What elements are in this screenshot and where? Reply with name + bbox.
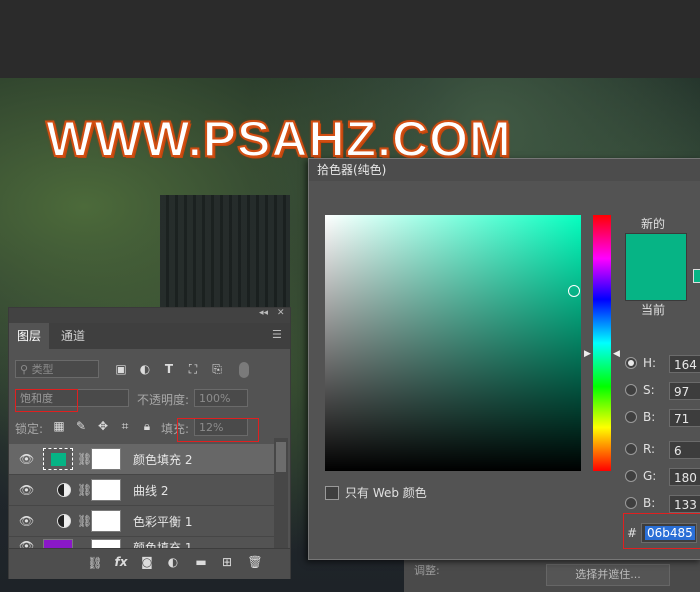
gamut-warning-icon[interactable] bbox=[693, 269, 700, 283]
mask-icon[interactable]: ◙ bbox=[139, 555, 155, 569]
link-icon[interactable]: ⛓︎ bbox=[77, 452, 92, 466]
fill-color-swatch bbox=[51, 453, 66, 466]
hue-label: H: bbox=[643, 356, 657, 370]
green-radio[interactable] bbox=[625, 470, 637, 482]
folder-icon[interactable]: ▬ bbox=[193, 555, 209, 569]
red-field[interactable]: 6 bbox=[669, 441, 700, 459]
layer-name[interactable]: 颜色填充 1 bbox=[133, 539, 192, 548]
saturation-radio[interactable] bbox=[625, 384, 637, 396]
filter-toggle-icon[interactable] bbox=[239, 362, 249, 378]
adjustment-layer-icon bbox=[57, 514, 71, 528]
web-colors-label: 只有 Web 颜色 bbox=[345, 486, 427, 500]
tab-channels[interactable]: 通道 bbox=[53, 323, 93, 349]
select-and-mask-button[interactable]: 选择并遮住... bbox=[546, 564, 670, 586]
green-label: G: bbox=[643, 469, 657, 483]
fill-highlight bbox=[177, 418, 259, 442]
current-color-label: 当前 bbox=[641, 303, 666, 317]
opacity-label: 不透明度: bbox=[137, 393, 190, 407]
panel-header-bar: ◂◂ ✕ bbox=[9, 308, 290, 323]
image-filter-icon[interactable]: ▣ bbox=[113, 362, 129, 376]
color-picker-dialog: 拾色器(纯色) ▶ ◀ 新的 当前 H: 164 S: 97 B: 71 R: … bbox=[308, 158, 700, 560]
lock-label: 锁定: bbox=[15, 422, 44, 436]
layer-row[interactable]: 👁︎ ⛓︎ 颜色填充 2 bbox=[9, 444, 274, 475]
lock-all-icon[interactable]: 🔒︎ bbox=[139, 419, 155, 434]
adjustment-icon[interactable]: ◐ bbox=[165, 555, 181, 569]
eye-icon[interactable]: 👁︎ bbox=[19, 514, 34, 528]
link-icon[interactable]: ⛓︎ bbox=[87, 556, 103, 570]
layer-row[interactable]: 👁︎ 颜色填充 1 bbox=[9, 537, 274, 548]
fx-icon[interactable]: fx bbox=[113, 555, 129, 569]
blue-field[interactable]: 133 bbox=[669, 495, 700, 513]
brush-lock-icon[interactable]: ✎ bbox=[73, 419, 89, 433]
color-picker-cursor[interactable] bbox=[568, 285, 580, 297]
layer-row[interactable]: 👁︎ ⛓︎ 色彩平衡 1 bbox=[9, 506, 274, 537]
link-icon[interactable]: ⛓︎ bbox=[77, 514, 92, 528]
panel-menu-icon[interactable]: ☰ bbox=[272, 328, 282, 341]
hue-slider[interactable] bbox=[593, 215, 611, 471]
artboard-lock-icon[interactable]: ⌗ bbox=[117, 419, 133, 434]
layer-mask-thumbnail bbox=[91, 448, 121, 470]
close-icon[interactable]: ✕ bbox=[277, 308, 285, 318]
layers-scrollbar[interactable] bbox=[274, 438, 288, 548]
opacity-field[interactable]: 100% bbox=[194, 389, 248, 407]
layer-row[interactable]: 👁︎ ⛓︎ 曲线 2 bbox=[9, 475, 274, 506]
adjustment-filter-icon[interactable]: ◐ bbox=[137, 362, 153, 376]
photo-door bbox=[160, 195, 290, 315]
saturation-field[interactable]: 97 bbox=[669, 382, 700, 400]
eye-icon[interactable]: 👁︎ bbox=[19, 452, 34, 466]
trash-icon[interactable]: 🗑︎ bbox=[247, 555, 263, 569]
new-color-label: 新的 bbox=[641, 217, 666, 231]
layer-mask-thumbnail bbox=[91, 510, 121, 532]
brightness-radio[interactable] bbox=[625, 411, 637, 423]
layer-name[interactable]: 色彩平衡 1 bbox=[133, 513, 192, 530]
filter-kind-label: 类型 bbox=[31, 363, 54, 376]
layer-thumbnail bbox=[43, 539, 73, 548]
adjust-label: 调整: bbox=[414, 564, 440, 577]
smart-object-filter-icon[interactable]: ⎘ bbox=[209, 362, 225, 377]
layer-name[interactable]: 曲线 2 bbox=[133, 482, 168, 499]
tab-layers[interactable]: 图层 bbox=[9, 323, 50, 349]
dialog-title: 拾色器(纯色) bbox=[309, 159, 700, 181]
shape-filter-icon[interactable]: ⛶ bbox=[185, 362, 201, 377]
brightness-label: B: bbox=[643, 410, 656, 424]
new-color-swatch bbox=[625, 233, 687, 301]
blue-label: B: bbox=[643, 496, 656, 510]
saturation-brightness-field[interactable] bbox=[325, 215, 581, 471]
layer-thumbnail bbox=[43, 448, 73, 470]
layers-panel: ◂◂ ✕ 图层 通道 ☰ ⚲ 类型 ▣ ◐ T ⛶ ⎘ 饱和度 不透明度: 10… bbox=[8, 307, 291, 579]
hex-highlight bbox=[623, 513, 700, 549]
link-icon[interactable]: ⛓︎ bbox=[77, 483, 92, 497]
type-filter-icon[interactable]: T bbox=[161, 362, 177, 376]
saturation-label: S: bbox=[643, 383, 655, 397]
new-layer-icon[interactable]: ⊞ bbox=[219, 555, 235, 569]
blue-radio[interactable] bbox=[625, 497, 637, 509]
filter-kind-select[interactable]: ⚲ 类型 bbox=[15, 360, 99, 378]
green-field[interactable]: 180 bbox=[669, 468, 700, 486]
hue-field[interactable]: 164 bbox=[669, 355, 700, 373]
red-label: R: bbox=[643, 442, 656, 456]
background-dialog: 调整: 选择并遮住... bbox=[404, 558, 700, 592]
layer-name[interactable]: 颜色填充 2 bbox=[133, 451, 192, 468]
layers-toolbar: ⛓︎ fx ◙ ◐ ▬ ⊞ 🗑︎ bbox=[9, 548, 290, 579]
adjustment-layer-icon bbox=[57, 483, 71, 497]
eye-icon[interactable]: 👁︎ bbox=[19, 483, 34, 497]
eye-icon[interactable]: 👁︎ bbox=[19, 539, 34, 548]
brightness-field[interactable]: 71 bbox=[669, 409, 700, 427]
hue-radio[interactable] bbox=[625, 357, 637, 369]
move-lock-icon[interactable]: ✥ bbox=[95, 419, 111, 433]
blend-mode-highlight bbox=[15, 389, 78, 412]
slider-right-arrow-icon[interactable]: ◀ bbox=[613, 349, 620, 359]
top-bar bbox=[0, 0, 700, 78]
layer-mask-thumbnail bbox=[91, 479, 121, 501]
web-colors-checkbox[interactable] bbox=[325, 486, 339, 500]
search-icon: ⚲ bbox=[20, 363, 32, 376]
slider-left-arrow-icon[interactable]: ▶ bbox=[584, 349, 591, 359]
red-radio[interactable] bbox=[625, 443, 637, 455]
panel-tabs: 图层 通道 ☰ bbox=[9, 323, 290, 349]
collapse-icon[interactable]: ◂◂ bbox=[259, 308, 268, 318]
layer-mask-thumbnail bbox=[91, 539, 121, 548]
lock-pixels-icon[interactable]: ▦ bbox=[51, 419, 67, 433]
scrollbar-thumb[interactable] bbox=[276, 442, 286, 472]
